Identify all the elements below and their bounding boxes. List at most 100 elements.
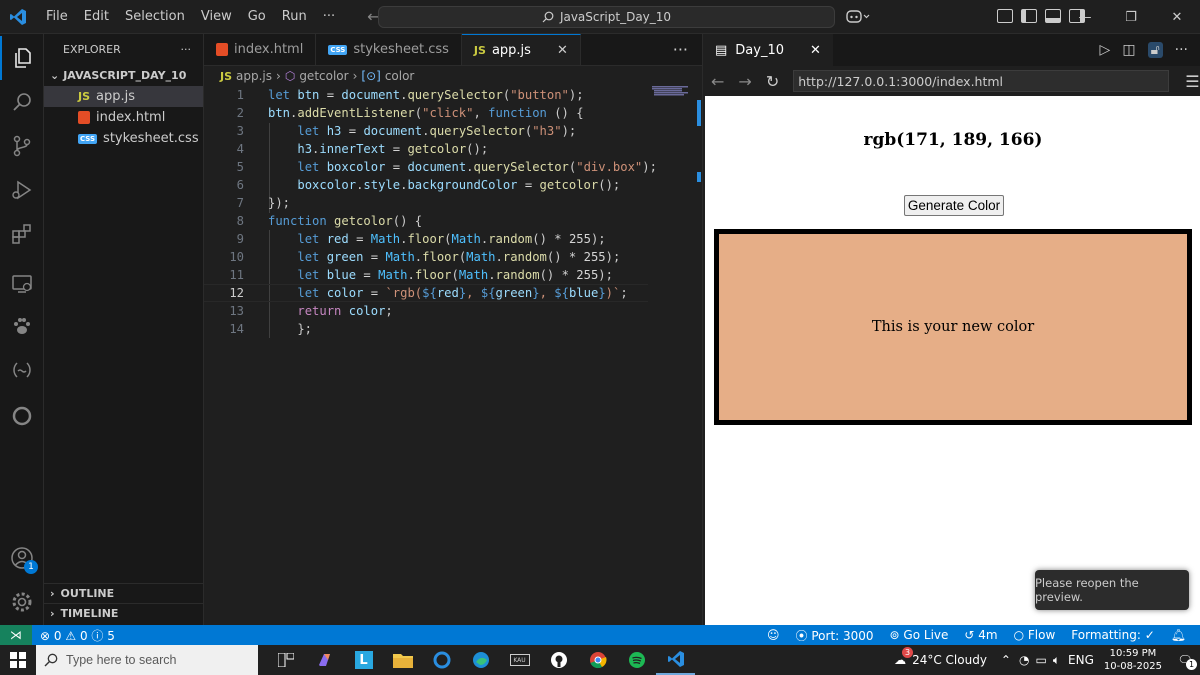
explorer-icon[interactable]: [0, 36, 44, 80]
split-editor-icon[interactable]: ◫: [1122, 42, 1135, 58]
customize-layout-icon[interactable]: [997, 9, 1013, 23]
forward-arrow-icon[interactable]: →: [738, 72, 751, 91]
edge-browser-icon[interactable]: [461, 645, 500, 675]
taskbar-search[interactable]: Type here to search: [36, 645, 258, 675]
cortana-icon[interactable]: [422, 645, 461, 675]
chevron-up-icon[interactable]: ⌃: [1001, 653, 1011, 667]
breadcrumb-symbol[interactable]: getcolor: [299, 69, 348, 83]
run-icon[interactable]: ▷: [1100, 42, 1111, 58]
tab-index-html[interactable]: index.html: [204, 34, 317, 65]
vscode-taskbar-icon[interactable]: [656, 645, 695, 675]
language-indicator[interactable]: ENG: [1068, 653, 1094, 667]
close-tab-icon[interactable]: ✕: [557, 43, 568, 58]
workspace-folder[interactable]: ⌄ JAVASCRIPT_DAY_10: [44, 64, 203, 86]
menu-file[interactable]: File: [38, 9, 76, 24]
copilot-app-icon[interactable]: [305, 645, 344, 675]
code-line: 7});: [236, 196, 291, 210]
close-tab-icon[interactable]: ✕: [810, 43, 821, 58]
flow-indicator[interactable]: ○ Flow: [1014, 628, 1056, 642]
live-share-icon[interactable]: [0, 348, 44, 392]
lexicon-app-icon[interactable]: L: [344, 645, 383, 675]
menu-run[interactable]: Run: [274, 9, 315, 24]
copilot-icon[interactable]: [846, 8, 870, 28]
account-icon[interactable]: 1: [0, 536, 44, 580]
breadcrumb-variable[interactable]: color: [385, 69, 415, 83]
minimap[interactable]: [652, 86, 694, 98]
menu-view[interactable]: View: [193, 9, 240, 24]
battery-icon[interactable]: ▭: [1035, 653, 1046, 667]
edge-devtools-icon[interactable]: [0, 394, 44, 438]
minimize-icon[interactable]: —: [1062, 10, 1108, 25]
problems-indicator[interactable]: ⊗ 0 ⚠ 0 ⓘ 5: [40, 627, 115, 644]
back-arrow-icon[interactable]: ←: [711, 72, 724, 91]
chrome-icon[interactable]: [578, 645, 617, 675]
paw-icon[interactable]: [0, 304, 44, 348]
generate-color-button[interactable]: Generate Color: [904, 195, 1004, 216]
restore-icon[interactable]: ❐: [1108, 10, 1154, 25]
search-icon[interactable]: [0, 80, 44, 124]
timeline-label: TIMELINE: [60, 607, 119, 620]
extensions-icon[interactable]: [0, 212, 44, 256]
windows-start-icon[interactable]: [0, 645, 36, 675]
go-live-button[interactable]: ⊚ Go Live: [890, 628, 949, 642]
flow-label: Flow: [1027, 628, 1056, 642]
github-icon[interactable]: [539, 645, 578, 675]
chevron-right-icon: ›: [50, 607, 55, 620]
menu-more[interactable]: ···: [315, 9, 343, 24]
search-icon: [44, 653, 58, 667]
tab-preview[interactable]: ▤ Day_10 ✕: [703, 34, 833, 66]
code-line: 3 let h3 = document.querySelector("h3");: [236, 124, 577, 138]
keyboard-app-icon[interactable]: KAU: [500, 645, 539, 675]
web-page: rgb(171, 189, 166) Generate Color This i…: [705, 96, 1200, 625]
port-indicator[interactable]: ⦿ Port: 3000: [796, 627, 874, 644]
spotify-icon[interactable]: [617, 645, 656, 675]
file-item-stylesheet[interactable]: CSS stykesheet.css: [44, 128, 203, 149]
clock[interactable]: 10:59 PM 10-08-2025: [1104, 647, 1162, 673]
file-explorer-icon[interactable]: [383, 645, 422, 675]
manage-gear-icon[interactable]: [0, 580, 44, 624]
command-center[interactable]: JavaScript_Day_10: [378, 6, 835, 28]
code-line: 13 return color;: [229, 304, 393, 318]
tab-stylesheet[interactable]: CSS stykesheet.css: [316, 34, 462, 65]
remote-explorer-icon[interactable]: [0, 262, 44, 306]
task-view-icon[interactable]: [266, 645, 305, 675]
breadcrumb-file[interactable]: app.js: [236, 69, 272, 83]
menu-edit[interactable]: Edit: [76, 9, 117, 24]
notification-center-icon[interactable]: 🗨︎ 1: [1170, 653, 1200, 670]
code-editor[interactable]: 1 let btn = document.querySelector("butto…: [204, 86, 702, 625]
formatting-indicator[interactable]: Formatting: ✓: [1071, 628, 1154, 642]
info-count: 5: [107, 628, 115, 643]
menu-icon[interactable]: ☰: [1185, 72, 1199, 91]
timeline-section[interactable]: › TIMELINE: [44, 603, 204, 623]
url-input[interactable]: http://127.0.0.1:3000/index.html: [793, 70, 1170, 92]
outline-section[interactable]: › OUTLINE: [44, 583, 204, 603]
toggle-panel-icon[interactable]: [1045, 9, 1061, 23]
command-center-label: JavaScript_Day_10: [559, 10, 672, 24]
file-item-indexhtml[interactable]: index.html: [44, 107, 203, 128]
status-right: ☺ ⦿ Port: 3000 ⊚ Go Live ↺ 4m ○ Flow For…: [767, 625, 1186, 645]
notifications-bell-icon[interactable]: 🔔︎: [1171, 628, 1186, 642]
chevron-down-icon: ⌄: [50, 68, 60, 82]
run-debug-icon[interactable]: [0, 168, 44, 212]
source-control-icon[interactable]: [0, 124, 44, 168]
weather-widget[interactable]: ☁ 3 24°C Cloudy: [894, 647, 987, 667]
volume-icon[interactable]: 🔈︎: [1053, 653, 1060, 668]
explorer-more-icon[interactable]: ···: [181, 43, 192, 56]
warning-count: 0: [79, 628, 88, 643]
close-window-icon[interactable]: ✕: [1154, 10, 1200, 25]
remote-indicator-icon[interactable]: ⋊: [0, 625, 32, 645]
menu-go[interactable]: Go: [240, 9, 274, 24]
reload-icon[interactable]: ↻: [766, 72, 779, 91]
tab-app-js[interactable]: JS app.js ✕: [461, 34, 581, 65]
editor-more-icon[interactable]: ···: [673, 34, 702, 65]
copilot-status-icon[interactable]: ☺: [767, 628, 780, 642]
notification-toast[interactable]: Please reopen the preview.: [1035, 570, 1189, 610]
wakatime-indicator[interactable]: ↺ 4m: [964, 628, 997, 642]
file-item-appjs[interactable]: JS app.js: [44, 86, 203, 107]
menu-selection[interactable]: Selection: [117, 9, 193, 24]
code-line: 5 let boxcolor = document.querySelector(…: [236, 160, 657, 174]
more-actions-icon[interactable]: ···: [1175, 42, 1188, 58]
lock-icon[interactable]: 🔓︎: [1147, 42, 1163, 58]
wifi-icon[interactable]: ◔: [1019, 653, 1029, 667]
toggle-sidebar-icon[interactable]: [1021, 9, 1037, 23]
